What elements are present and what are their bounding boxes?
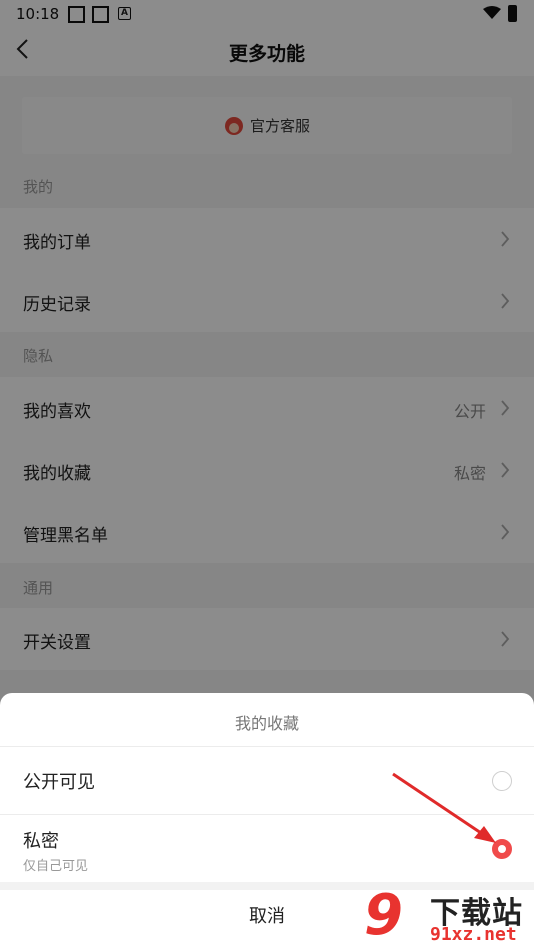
watermark-logo: 9 下载站 91xz.net	[364, 886, 534, 950]
sheet-title: 我的收藏	[234, 714, 299, 733]
watermark-url: 91xz.net	[430, 924, 517, 945]
option-private-label: 私密	[23, 831, 59, 852]
option-private-sub: 仅自己可见	[23, 859, 89, 874]
radio-unchecked-icon[interactable]	[492, 771, 512, 791]
option-private[interactable]: 私密 仅自己可见	[0, 815, 534, 881]
radio-checked-icon[interactable]	[492, 839, 512, 859]
option-public[interactable]: 公开可见	[0, 747, 534, 813]
option-public-label: 公开可见	[23, 772, 95, 793]
watermark-digit: 9	[364, 883, 403, 948]
